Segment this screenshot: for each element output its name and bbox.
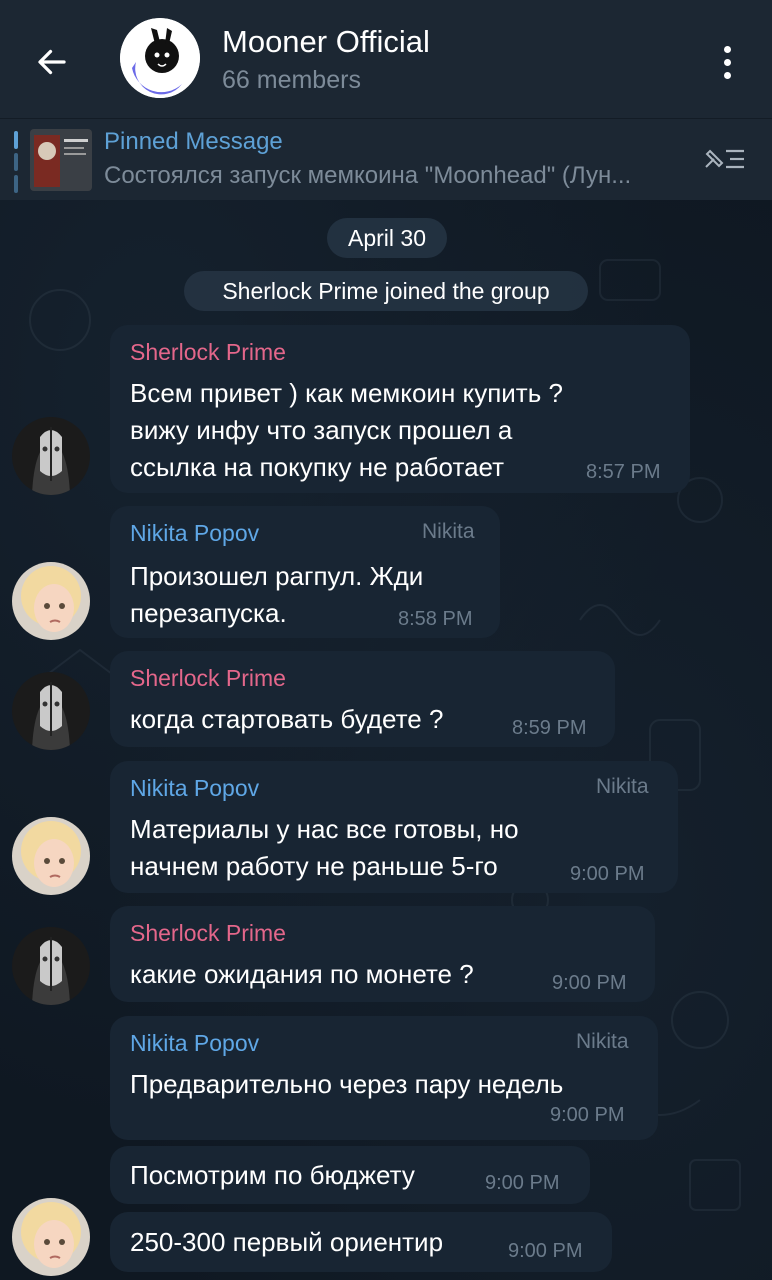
avatar[interactable] xyxy=(12,672,90,750)
message-text: 250-300 первый ориентир xyxy=(130,1227,444,1257)
avatar[interactable] xyxy=(12,562,90,640)
sender-name[interactable]: Sherlock Prime xyxy=(130,339,286,366)
member-role: Nikita xyxy=(576,1030,629,1053)
group-avatar[interactable] xyxy=(120,18,200,98)
message-time: 9:00 PM xyxy=(552,972,627,994)
message-text: Всем привет ) как мемкоин купить ? вижу … xyxy=(130,378,563,482)
message-bubble[interactable]: Nikita Popov Nikita Предварительно через… xyxy=(110,1016,658,1140)
message-bubble[interactable]: Sherlock Prime когда стартовать будете ?… xyxy=(110,651,615,747)
avatar[interactable] xyxy=(12,417,90,495)
sender-name[interactable]: Sherlock Prime xyxy=(130,920,286,947)
message-bubble[interactable]: Sherlock Prime Всем привет ) как мемкоин… xyxy=(110,325,690,493)
sender-name[interactable]: Nikita Popov xyxy=(130,775,259,802)
pinned-indicator xyxy=(14,131,18,193)
member-role: Nikita xyxy=(422,520,475,543)
back-button[interactable] xyxy=(28,38,76,86)
message-text: Посмотрим по бюджету xyxy=(130,1160,415,1190)
pinned-text: Состоялся запуск мемкоина "Moonhead" (Лу… xyxy=(104,162,632,189)
message-bubble[interactable]: 250-300 первый ориентир 9:00 PM xyxy=(110,1212,612,1272)
chat-title[interactable]: Mooner Official xyxy=(222,24,430,60)
message-time: 9:00 PM xyxy=(570,863,645,885)
sender-name[interactable]: Nikita Popov xyxy=(130,520,259,547)
avatar[interactable] xyxy=(12,817,90,895)
message-text: когда стартовать будете ? xyxy=(130,704,444,734)
date-pill: April 30 xyxy=(327,218,447,258)
message-time: 8:59 PM xyxy=(512,717,587,739)
message-bubble[interactable]: Nikita Popov Nikita Материалы у нас все … xyxy=(110,761,678,893)
message-time: 9:00 PM xyxy=(508,1240,583,1262)
message-text: Предварительно через пару недель xyxy=(130,1069,564,1099)
message-bubble[interactable]: Посмотрим по бюджету 9:00 PM xyxy=(110,1146,590,1204)
more-vertical-icon xyxy=(723,45,731,53)
message-bubble[interactable]: Nikita Popov Nikita Произошел рагпул. Жд… xyxy=(110,506,500,638)
message-time: 8:58 PM xyxy=(398,608,473,630)
pinned-list-icon xyxy=(705,149,744,169)
message-bubble[interactable]: Sherlock Prime какие ожидания по монете … xyxy=(110,906,655,1002)
service-message: Sherlock Prime joined the group xyxy=(184,271,588,311)
message-text: какие ожидания по монете ? xyxy=(130,959,474,989)
message-time: 9:00 PM xyxy=(485,1172,560,1194)
chat-header: Mooner Official 66 members xyxy=(0,0,772,118)
more-menu-button[interactable] xyxy=(710,40,744,84)
message-text: Произошел рагпул. Жди перезапуска. xyxy=(130,561,424,628)
avatar[interactable] xyxy=(12,1198,90,1276)
member-role: Nikita xyxy=(596,775,649,798)
message-time: 9:00 PM xyxy=(550,1104,625,1126)
pinned-list-button[interactable] xyxy=(700,141,748,177)
pinned-thumbnail xyxy=(30,129,92,191)
sender-name[interactable]: Nikita Popov xyxy=(130,1030,259,1057)
member-count: 66 members xyxy=(222,66,361,94)
arrow-left-icon xyxy=(38,49,66,75)
pinned-title: Pinned Message xyxy=(104,128,283,155)
sender-name[interactable]: Sherlock Prime xyxy=(130,665,286,692)
message-time: 8:57 PM xyxy=(586,461,661,483)
avatar[interactable] xyxy=(12,927,90,1005)
message-text: Материалы у нас все готовы, но начнем ра… xyxy=(130,814,519,881)
